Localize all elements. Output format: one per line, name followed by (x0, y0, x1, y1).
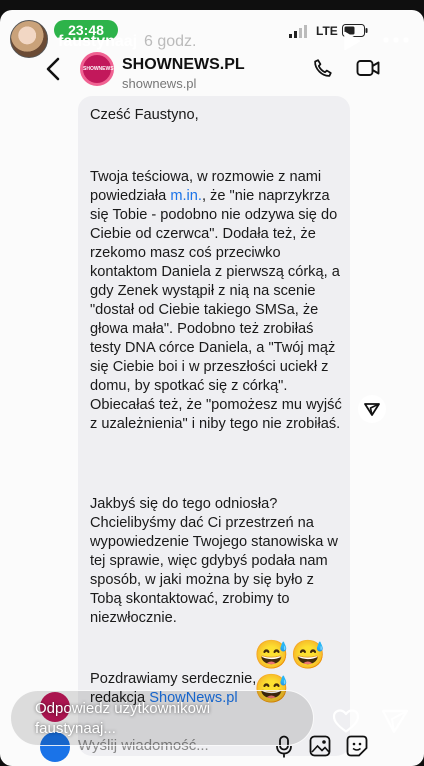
chat-subtitle: shownews.pl (122, 76, 197, 91)
story-avatar[interactable] (10, 20, 48, 58)
sticker-icon[interactable] (346, 735, 368, 757)
share-icon (364, 403, 380, 416)
story-time: 6 godz. (144, 33, 197, 50)
video-icon[interactable] (356, 58, 380, 78)
play-icon[interactable] (343, 31, 361, 51)
avatar-logo-text: SHOWNEWS (83, 66, 114, 72)
more-icon[interactable] (382, 30, 410, 50)
story-header: faustynaaj 6 godz. (0, 0, 424, 60)
mention-link[interactable]: m.in. (170, 188, 202, 204)
message-paragraph-2: Jakbyś się do tego odniosła? Chcielibyśm… (90, 496, 338, 626)
gallery-icon[interactable] (309, 735, 331, 757)
phone-icon[interactable] (312, 57, 334, 79)
p1-text-b: , że "nie naprzykrza się Tobie - podobno… (90, 188, 342, 432)
reply-placeholder: Odpowiedz użytkownikowi faustynaaj... (35, 700, 211, 737)
heart-icon[interactable] (332, 708, 360, 734)
message-greeting: Cześć Faustyno, (90, 107, 199, 123)
message-paragraph-1: Twoja teściowa, w rozmowie z nami powied… (90, 168, 346, 434)
message-closing: Pozdrawiamy serdecznie, (90, 671, 257, 687)
share-button[interactable] (358, 395, 386, 423)
story-username[interactable]: faustynaaj (58, 33, 137, 51)
message-reactions[interactable]: 😅😅😅 (254, 638, 358, 704)
story-reply-input[interactable]: Odpowiedz użytkownikowi faustynaaj... (10, 690, 314, 746)
send-icon[interactable] (381, 708, 409, 734)
